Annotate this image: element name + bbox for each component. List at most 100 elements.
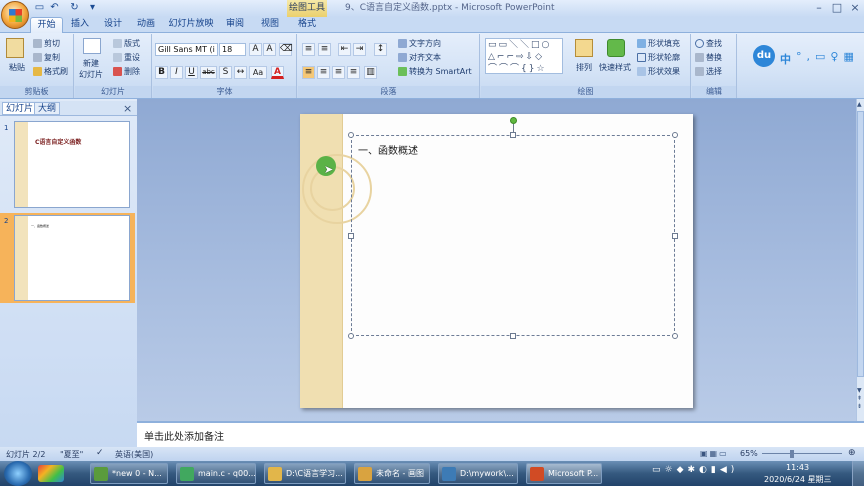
ime-tools-icon[interactable]: °,▭♀▦ bbox=[796, 50, 859, 63]
system-tray-icons[interactable]: ▭☼◆✱◐▮◀) bbox=[652, 465, 752, 481]
quick-styles-icon[interactable] bbox=[607, 39, 625, 57]
pane-close-icon[interactable]: × bbox=[123, 102, 132, 115]
resize-handle-t[interactable] bbox=[510, 132, 516, 138]
view-buttons[interactable]: ▣▦▭ bbox=[700, 449, 734, 459]
rotation-handle[interactable] bbox=[510, 117, 517, 124]
office-button[interactable] bbox=[1, 1, 29, 29]
spellcheck-icon[interactable]: ✓ bbox=[96, 448, 104, 458]
decrease-indent-button[interactable]: ⇤ bbox=[338, 43, 351, 56]
customize-qat-icon[interactable]: ▾ bbox=[86, 2, 99, 14]
grow-font-button[interactable]: A bbox=[249, 43, 262, 56]
scroll-thumb[interactable] bbox=[857, 111, 864, 377]
resize-handle-tr[interactable] bbox=[672, 132, 678, 138]
reset-button[interactable]: 重设 bbox=[113, 52, 140, 63]
ime-logo[interactable]: du bbox=[753, 45, 775, 67]
clock-time[interactable]: 11:43 bbox=[786, 463, 809, 472]
layout-button[interactable]: 版式 bbox=[113, 38, 140, 49]
char-spacing-button[interactable]: ↔ bbox=[234, 66, 247, 79]
font-size-field[interactable]: 18 bbox=[219, 43, 246, 56]
redo-icon[interactable]: ↻ bbox=[68, 2, 81, 14]
close-button[interactable]: × bbox=[846, 1, 864, 15]
format-painter-button[interactable]: 格式刷 bbox=[33, 66, 68, 77]
resize-handle-r[interactable] bbox=[672, 233, 678, 239]
copy-button[interactable]: 复制 bbox=[33, 52, 60, 63]
start-button[interactable] bbox=[4, 461, 32, 486]
zoom-level[interactable]: 65% bbox=[740, 449, 758, 458]
numbering-button[interactable]: ≡ bbox=[318, 43, 331, 56]
tab-slides[interactable]: 幻灯片 bbox=[2, 102, 38, 115]
arrange-icon[interactable] bbox=[575, 39, 593, 57]
new-slide-button[interactable]: 新建 幻灯片 bbox=[79, 58, 103, 80]
notes-pane[interactable]: 单击此处添加备注 bbox=[137, 421, 864, 447]
slide-title[interactable]: 一、函数概述 bbox=[358, 142, 418, 157]
tab-design[interactable]: 设计 bbox=[100, 17, 126, 33]
tab-insert[interactable]: 插入 bbox=[67, 17, 93, 33]
undo-icon[interactable]: ↶ bbox=[48, 2, 61, 14]
font-color-button[interactable]: A bbox=[271, 66, 284, 79]
paste-icon[interactable] bbox=[6, 38, 24, 58]
find-button[interactable]: 查找 bbox=[695, 38, 722, 49]
clear-format-button[interactable]: ⌫ bbox=[279, 43, 293, 56]
fit-window-icon[interactable]: ⊕ bbox=[848, 448, 856, 458]
taskbar-item-paint[interactable]: 未命名 - 画图 bbox=[354, 463, 430, 484]
taskbar-item-qt[interactable]: main.c - q00... bbox=[176, 463, 256, 484]
zoom-thumb[interactable] bbox=[790, 450, 794, 458]
scroll-up-icon[interactable]: ▲ bbox=[857, 101, 864, 109]
shape-outline-button[interactable]: 形状轮廓 bbox=[637, 52, 680, 63]
taskbar-item-mywork[interactable]: D:\mywork\... bbox=[438, 463, 518, 484]
select-button[interactable]: 选择 bbox=[695, 66, 722, 77]
show-desktop-button[interactable] bbox=[852, 461, 864, 486]
quick-launch-icon[interactable] bbox=[38, 465, 64, 482]
slide-thumbnail-1[interactable]: C语言自定义函数 bbox=[14, 121, 130, 208]
tab-format[interactable]: 格式 bbox=[294, 17, 320, 33]
resize-handle-b[interactable] bbox=[510, 333, 516, 339]
line-spacing-button[interactable]: ↕ bbox=[374, 43, 387, 56]
font-name-field[interactable]: Gill Sans MT (i bbox=[155, 43, 218, 56]
maximize-button[interactable]: □ bbox=[828, 1, 846, 15]
title-textbox[interactable]: 一、函数概述 bbox=[351, 135, 675, 336]
shadow-button[interactable]: S bbox=[219, 66, 232, 79]
align-text-button[interactable]: 对齐文本 bbox=[398, 52, 441, 63]
italic-button[interactable]: I bbox=[170, 66, 183, 79]
resize-handle-tl[interactable] bbox=[348, 132, 354, 138]
vertical-scrollbar[interactable]: ▲ ▼ ⇞ ⇟ bbox=[856, 99, 864, 421]
zoom-slider[interactable] bbox=[762, 450, 842, 458]
clock-date[interactable]: 2020/6/24 星期三 bbox=[764, 474, 832, 485]
delete-slide-button[interactable]: 删除 bbox=[113, 66, 140, 77]
ime-lang[interactable]: 中 bbox=[780, 51, 791, 67]
cut-button[interactable]: 剪切 bbox=[33, 38, 60, 49]
shrink-font-button[interactable]: A bbox=[263, 43, 276, 56]
text-direction-button[interactable]: 文字方向 bbox=[398, 38, 441, 49]
resize-handle-br[interactable] bbox=[672, 333, 678, 339]
tab-home[interactable]: 开始 bbox=[30, 17, 63, 33]
new-slide-icon[interactable] bbox=[83, 38, 101, 54]
shapes-gallery[interactable]: ▭▭＼＼□○ △⌐⌐⇨⇩◇ ⌒⌒⌒{}☆ bbox=[485, 38, 563, 74]
columns-button[interactable]: ▥ bbox=[364, 66, 377, 79]
taskbar-item-folder[interactable]: D:\C语言学习... bbox=[264, 463, 346, 484]
replace-button[interactable]: 替换 bbox=[695, 52, 722, 63]
bold-button[interactable]: B bbox=[155, 66, 168, 79]
smartart-button[interactable]: 转换为 SmartArt bbox=[398, 66, 472, 77]
tab-review[interactable]: 审阅 bbox=[222, 17, 248, 33]
paste-button[interactable]: 粘贴 bbox=[9, 62, 25, 73]
scroll-page-icons[interactable]: ▼ ⇞ ⇟ bbox=[857, 387, 864, 411]
shape-effects-button[interactable]: 形状效果 bbox=[637, 66, 680, 77]
change-case-button[interactable]: Aa bbox=[249, 66, 267, 79]
taskbar-item-powerpoint[interactable]: Microsoft P... bbox=[526, 463, 602, 484]
resize-handle-bl[interactable] bbox=[348, 333, 354, 339]
minimize-button[interactable]: – bbox=[810, 1, 828, 15]
underline-button[interactable]: U bbox=[185, 66, 198, 79]
notes-placeholder[interactable]: 单击此处添加备注 bbox=[144, 428, 224, 443]
bullets-button[interactable]: ≡ bbox=[302, 43, 315, 56]
tab-slideshow[interactable]: 幻灯片放映 bbox=[168, 17, 214, 33]
tab-outline[interactable]: 大纲 bbox=[34, 102, 61, 115]
increase-indent-button[interactable]: ⇥ bbox=[353, 43, 366, 56]
strikethrough-button[interactable]: abc bbox=[200, 66, 217, 79]
justify-button[interactable]: ≡ bbox=[347, 66, 360, 79]
resize-handle-l[interactable] bbox=[348, 233, 354, 239]
slide-thumbnail-2[interactable]: 一、函数概述 bbox=[14, 215, 130, 301]
align-right-button[interactable]: ≡ bbox=[332, 66, 345, 79]
align-center-button[interactable]: ≡ bbox=[317, 66, 330, 79]
tab-view[interactable]: 视图 bbox=[257, 17, 283, 33]
quick-styles-button[interactable]: 快速样式 bbox=[599, 62, 631, 73]
